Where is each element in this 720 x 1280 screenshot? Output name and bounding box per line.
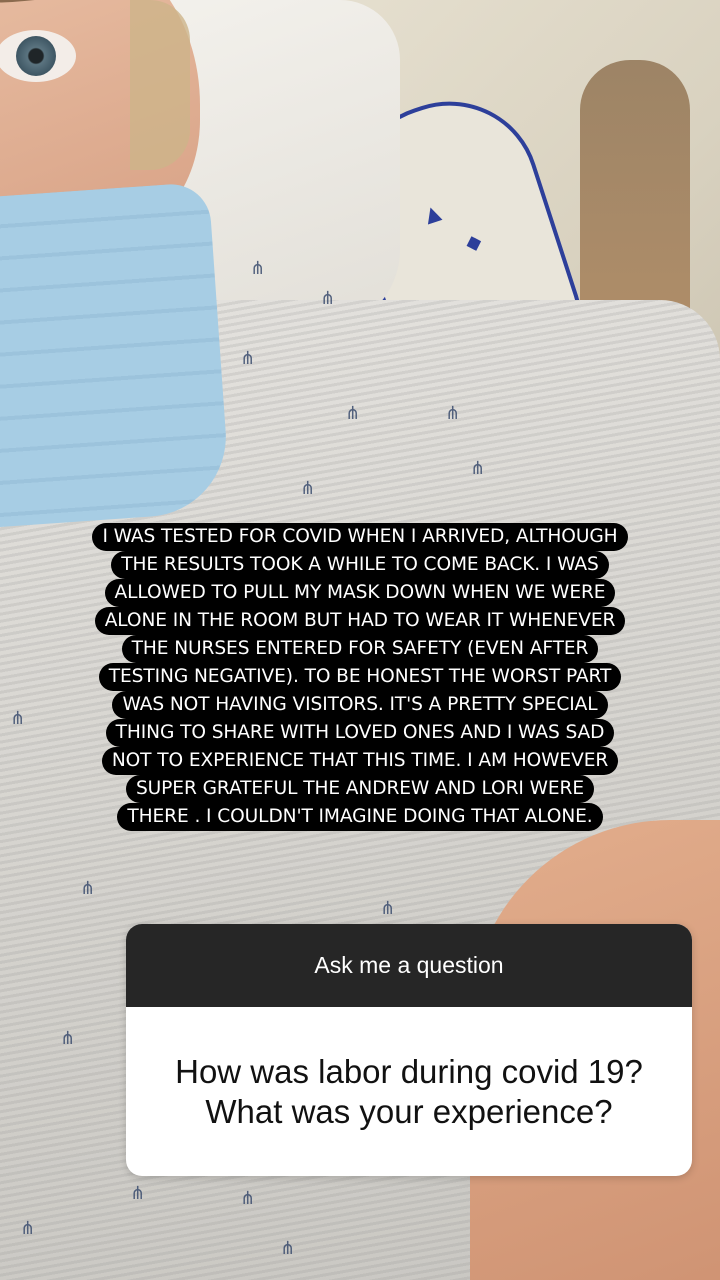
bed-control-icon: ◆	[462, 228, 485, 256]
bed-control-icon: ▲	[421, 199, 444, 227]
iris	[16, 36, 56, 76]
caption-line: ALONE IN THE ROOM BUT HAD TO WEAR IT WHE…	[94, 607, 626, 635]
question-text: How was labor during covid 19? What was …	[175, 1052, 643, 1130]
caption-line: WAS NOT HAVING VISITORS. IT'S A PRETTY S…	[112, 691, 608, 719]
gown-print-icon: ⋔	[240, 348, 256, 369]
question-sticker-header: Ask me a question	[126, 924, 692, 1007]
gown-print-icon: ⋔	[80, 878, 96, 899]
caption-line: THE NURSES ENTERED FOR SAFETY (EVEN AFTE…	[121, 635, 599, 663]
gown-print-icon: ⋔	[240, 1188, 256, 1209]
gown-print-icon: ⋔	[20, 1218, 36, 1239]
caption-line: THE RESULTS TOOK A WHILE TO COME BACK. I…	[111, 551, 609, 579]
gown-print-icon: ⋔	[300, 478, 316, 499]
caption-line: THING TO SHARE WITH LOVED ONES AND I WAS…	[105, 719, 615, 747]
caption-line: I WAS TESTED FOR COVID WHEN I ARRIVED, A…	[92, 523, 628, 551]
story-caption: I WAS TESTED FOR COVID WHEN I ARRIVED, A…	[0, 523, 720, 831]
caption-line: TESTING NEGATIVE). TO BE HONEST THE WORS…	[98, 663, 622, 691]
gown-print-icon: ⋔	[345, 403, 361, 424]
caption-line: THERE . I COULDN'T IMAGINE DOING THAT AL…	[117, 803, 603, 831]
eye	[0, 30, 76, 82]
hair	[130, 0, 190, 170]
question-sticker-body: How was labor during covid 19? What was …	[126, 1007, 692, 1176]
eyebrow	[0, 0, 121, 8]
caption-line: ALLOWED TO PULL MY MASK DOWN WHEN WE WER…	[104, 579, 616, 607]
question-sticker-title: Ask me a question	[314, 952, 504, 978]
question-sticker[interactable]: Ask me a question How was labor during c…	[126, 924, 692, 1176]
gown-print-icon: ⋔	[470, 458, 486, 479]
caption-line: NOT TO EXPERIENCE THAT THIS TIME. I AM H…	[101, 747, 619, 775]
gown-print-icon: ⋔	[60, 1028, 76, 1049]
gown-print-icon: ⋔	[130, 1183, 146, 1204]
gown-print-icon: ⋔	[445, 403, 461, 424]
caption-line: SUPER GRATEFUL THE ANDREW AND LORI WERE	[125, 775, 595, 803]
gown-print-icon: ⋔	[280, 1238, 296, 1259]
gown-print-icon: ⋔	[250, 258, 266, 279]
gown-print-icon: ⋔	[380, 898, 396, 919]
gown-print-icon: ⋔	[320, 288, 336, 309]
face-mask	[0, 181, 232, 529]
